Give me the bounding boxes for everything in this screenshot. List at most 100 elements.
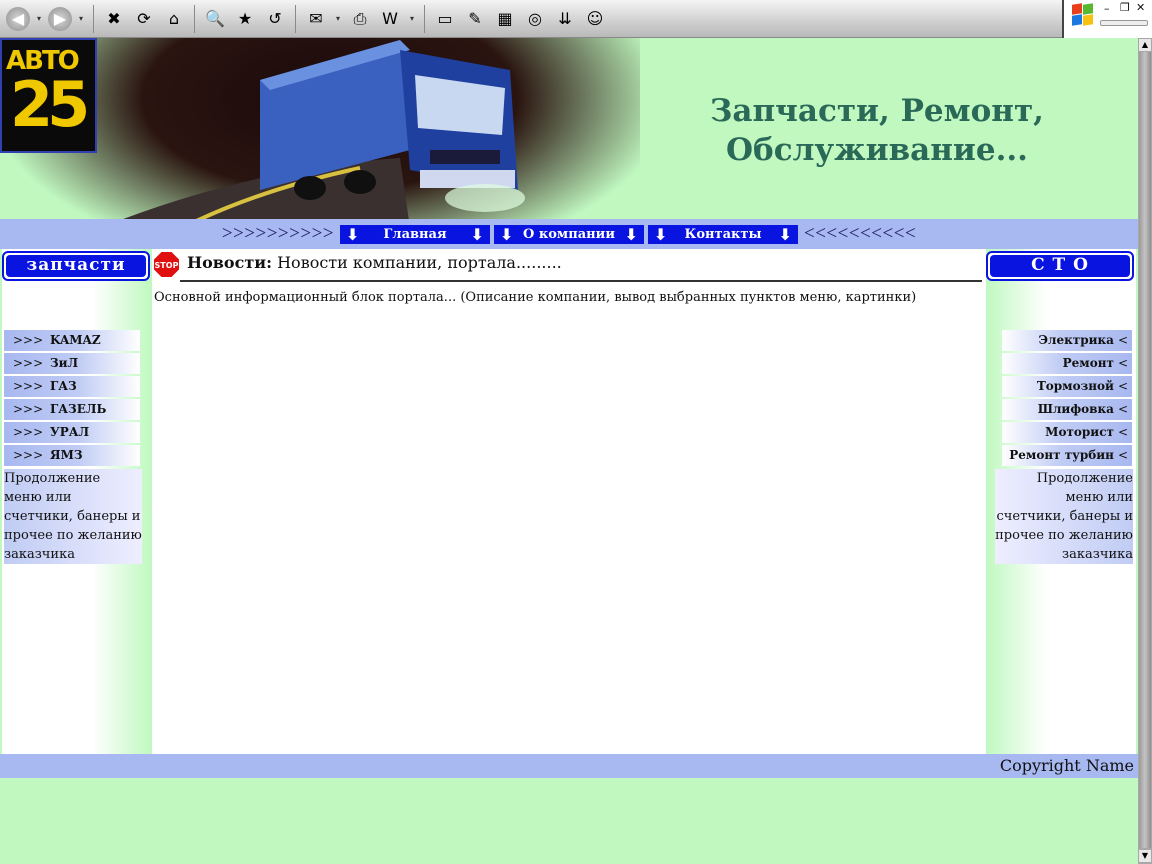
sidebar-item-repair[interactable]: Ремонт < — [1002, 353, 1132, 374]
favorites-icon[interactable]: ★ — [232, 6, 258, 32]
dropdown-arrow-icon[interactable]: ▾ — [34, 6, 44, 32]
menu-marker: >>> — [13, 425, 44, 439]
menu-marker: >>> — [13, 356, 44, 370]
menu-marker: < — [1117, 448, 1128, 462]
site-tagline: Запчасти, Ремонт, Обслуживание... — [690, 92, 1064, 170]
site-header: АВТО 25 Запчасти, Ремонт, Обслуживание..… — [0, 38, 1138, 219]
menu-marker: >>> — [13, 402, 44, 416]
sidebar-item-label: ЯМЗ — [50, 448, 83, 462]
dropdown-arrow-icon[interactable]: ▾ — [407, 6, 417, 32]
parts-section-label: запчасти — [6, 255, 146, 277]
site-footer: Copyright Name — [0, 754, 1138, 778]
sidebar-item-gazel[interactable]: >>> ГАЗЕЛЬ — [4, 399, 140, 420]
sidebar-item-label: Ремонт — [1062, 356, 1114, 370]
restore-icon[interactable]: ❐ — [1120, 1, 1130, 14]
scroll-down-icon[interactable]: ▼ — [1139, 850, 1151, 862]
menu-marker: >>> — [13, 448, 44, 462]
news-text: Новости компании, портала......... — [272, 253, 562, 272]
scroll-up-icon[interactable]: ▲ — [1139, 39, 1151, 51]
research-icon[interactable]: ◎ — [522, 6, 548, 32]
search-icon[interactable]: 🔍 — [202, 6, 228, 32]
messenger-icon[interactable]: ✎ — [462, 6, 488, 32]
sidebar-item-gaz[interactable]: >>> ГАЗ — [4, 376, 140, 397]
down-arrow-icon: ⬇ — [470, 224, 484, 244]
nav-item-contacts[interactable]: ⬇ Контакты ⬇ — [648, 224, 798, 244]
copyright-text: Copyright Name — [999, 756, 1134, 775]
menu-marker: < — [1117, 379, 1128, 393]
sidebar-item-grinding[interactable]: Шлифовка < — [1002, 399, 1132, 420]
news-label: Новости: — [187, 253, 273, 272]
pro-icon[interactable]: ▦ — [492, 6, 518, 32]
back-icon[interactable]: ◀ — [6, 6, 30, 31]
sidebar-item-motorist[interactable]: Моторист < — [1002, 422, 1132, 443]
sidebar-item-ural[interactable]: >>> УРАЛ — [4, 422, 140, 443]
print-icon[interactable]: ⎙ — [347, 6, 373, 32]
sidebar-item-label: ГАЗ — [50, 379, 77, 393]
site-logo[interactable]: АВТО 25 — [0, 38, 97, 153]
window-controls: – ❐ ✕ — [1062, 0, 1152, 38]
news-ticker: Новости: Новости компании, портала......… — [187, 253, 562, 272]
down-arrow-icon: ⬇ — [624, 224, 638, 244]
down-arrow-icon: ⬇ — [346, 224, 360, 244]
left-placeholder-text: Продолжение меню или счетчики, банеры и … — [4, 469, 142, 564]
sidebar-item-label: Тормозной — [1036, 379, 1114, 393]
windows-logo-icon — [1072, 3, 1094, 26]
tagline-line-2: Обслуживание... — [726, 132, 1028, 168]
toolbar-separator — [424, 4, 425, 33]
menu-marker: >>> — [13, 333, 44, 347]
nav-right-arrows: <<<<<<<<<< — [804, 223, 917, 244]
sidebar-item-yamz[interactable]: >>> ЯМЗ — [4, 445, 140, 466]
sidebar-item-label: Моторист — [1045, 425, 1114, 439]
edit-icon[interactable]: W — [377, 6, 403, 32]
menu-marker: < — [1117, 425, 1128, 439]
nav-item-about[interactable]: ⬇ О компании ⬇ — [494, 224, 644, 244]
menu-marker: >>> — [13, 379, 44, 393]
nav-item-label: Контакты — [684, 226, 762, 242]
sidebar-item-label: ЗиЛ — [50, 356, 79, 370]
scrollbar-thumb[interactable] — [1139, 52, 1151, 848]
down-arrow-icon: ⬇ — [654, 224, 668, 244]
nav-item-home[interactable]: ⬇ Главная ⬇ — [340, 224, 490, 244]
main-navigation: >>>>>>>>>> ⬇ Главная ⬇ ⬇ О компании ⬇ ⬇ … — [0, 219, 1138, 249]
sidebar-item-kamaz[interactable]: >>> KAMAZ — [4, 330, 140, 351]
sidebar-item-electrics[interactable]: Электрика < — [1002, 330, 1132, 351]
menu-marker: < — [1117, 356, 1128, 370]
forward-icon[interactable]: ▶ — [48, 6, 72, 31]
dropdown-arrow-icon[interactable]: ▾ — [333, 6, 343, 32]
down-arrow-icon: ⬇ — [778, 224, 792, 244]
sidebar-item-zil[interactable]: >>> ЗиЛ — [4, 353, 140, 374]
sidebar-item-label: Шлифовка — [1037, 402, 1114, 416]
refresh-icon[interactable]: ⟳ — [131, 6, 157, 32]
news-divider — [180, 280, 982, 282]
sidebar-item-brakes[interactable]: Тормозной < — [1002, 376, 1132, 397]
notes-icon[interactable]: ▭ — [432, 6, 458, 32]
stop-icon[interactable]: ✖ — [101, 6, 127, 32]
sidebar-item-label: ГАЗЕЛЬ — [50, 402, 107, 416]
people-icon[interactable]: ☺ — [582, 6, 608, 32]
toolbar-separator — [93, 4, 94, 33]
service-station-button[interactable]: С Т О — [986, 251, 1134, 281]
truck-icon — [260, 40, 525, 212]
down-arrow-icon: ⬇ — [500, 224, 514, 244]
stop-sign-label: STOP — [155, 261, 179, 270]
logo-number: 25 — [10, 68, 90, 141]
nav-item-label: Главная — [383, 226, 447, 242]
browser-toolbar: ◀ ▾ ▶ ▾ ✖ ⟳ ⌂ 🔍 ★ ↺ ✉ ▾ ⎙ W ▾ ▭ ✎ ▦ ◎ ⇊ ☺ — [0, 0, 1062, 38]
stop-sign-icon: STOP — [154, 252, 179, 277]
home-icon[interactable]: ⌂ — [161, 6, 187, 32]
main-area: запчасти С Т О >>> KAMAZ >>> ЗиЛ >>> ГАЗ >>… — [2, 249, 1136, 754]
sidebar-item-label: Ремонт турбин — [1009, 448, 1114, 462]
history-icon[interactable]: ↺ — [262, 6, 288, 32]
mail-icon[interactable]: ✉ — [303, 6, 329, 32]
tagline-line-1: Запчасти, Ремонт, — [710, 93, 1044, 129]
menu-marker: < — [1117, 402, 1128, 416]
toolbar-separator — [194, 4, 195, 33]
sidebar-item-turbine-repair[interactable]: Ремонт турбин < — [1002, 445, 1132, 466]
dropdown-arrow-icon[interactable]: ▾ — [76, 6, 86, 32]
vertical-scrollbar[interactable]: ▲ ▼ — [1138, 38, 1152, 864]
parts-section-button[interactable]: запчасти — [2, 251, 150, 281]
web-page: АВТО 25 Запчасти, Ремонт, Обслуживание..… — [0, 38, 1138, 864]
close-icon[interactable]: ✕ — [1136, 1, 1145, 14]
minimize-icon[interactable]: – — [1104, 2, 1110, 15]
download-icon[interactable]: ⇊ — [552, 6, 578, 32]
